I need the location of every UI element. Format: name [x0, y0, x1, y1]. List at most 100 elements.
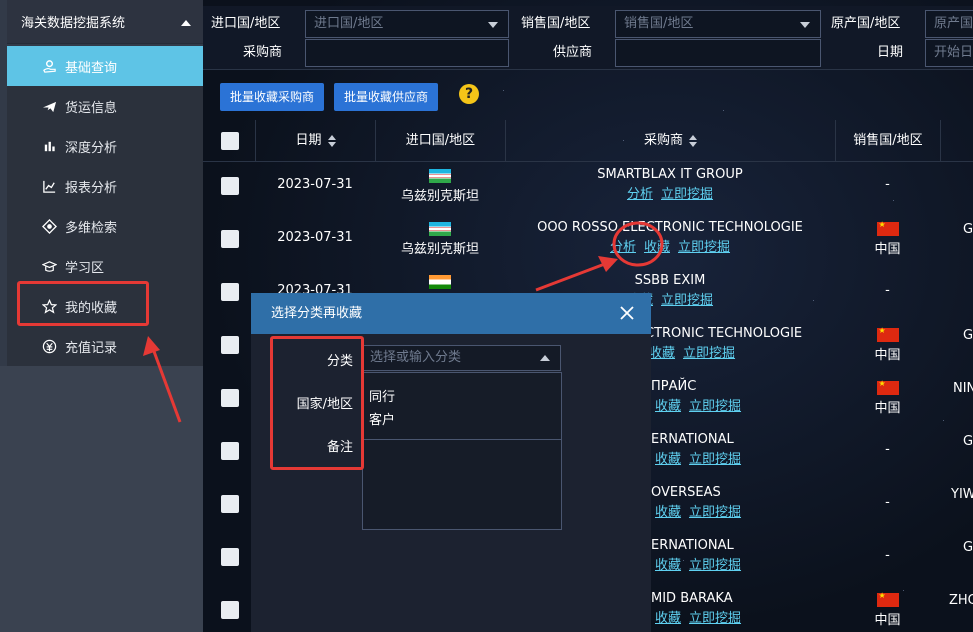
bulk-favorite-supplier-button[interactable]: 批量收藏供应商 [334, 83, 438, 111]
china-flag-icon [876, 591, 899, 607]
mine-now-link[interactable]: 立即挖掘 [689, 611, 741, 626]
bar-chart-icon [41, 178, 57, 194]
close-icon[interactable] [619, 305, 635, 321]
origin-country-label: 原产国/地区 [831, 16, 901, 31]
chevron-down-icon [488, 22, 498, 28]
table-row: 2023-07-31 乌兹别克斯坦 OOO ROSSO ELECTRONIC T… [203, 212, 973, 265]
sort-icon[interactable] [689, 134, 697, 147]
sidebar-item-recharge[interactable]: 充值记录 [7, 326, 203, 366]
mine-now-link[interactable]: 立即挖掘 [689, 505, 741, 520]
dialog-title: 选择分类再收藏 [271, 306, 363, 321]
sidebar-item-deep-analysis[interactable]: 深度分析 [7, 126, 203, 166]
row-buyer-name: ERNATIONAL [651, 432, 734, 447]
row-sales-country-label: 中国 [874, 348, 901, 363]
favorite-link[interactable]: 收藏 [655, 611, 681, 626]
sidebar-item-learning[interactable]: 学习区 [7, 246, 203, 286]
sidebar-footer-area [0, 366, 203, 632]
row-checkbox[interactable] [221, 177, 239, 195]
row-buyer-name: OVERSEAS [651, 485, 721, 500]
supplier-input[interactable] [615, 39, 821, 67]
airplane-icon [41, 98, 57, 114]
favorite-link[interactable]: 收藏 [644, 240, 670, 255]
row-buyer-name: CTRONIC TECHNOLOGIE [645, 326, 803, 341]
analyze-link[interactable]: 分析 [610, 240, 636, 255]
sales-country-select[interactable]: 销售国/地区 [615, 10, 821, 38]
date-label: 日期 [877, 45, 904, 60]
analyze-link[interactable]: 分析 [627, 187, 653, 202]
help-icon[interactable]: ? [459, 84, 479, 104]
row-buyer: SMARTBLAX IT GROUP 分析 立即挖掘 [505, 167, 835, 202]
col-buyer[interactable]: 采购商 [505, 120, 835, 162]
row-checkbox[interactable] [221, 389, 239, 407]
category-input[interactable]: 选择或输入分类 [363, 345, 561, 371]
origin-country-placeholder: 原产国 [934, 16, 973, 31]
uzbekistan-flag-icon [429, 169, 451, 183]
favorite-link[interactable]: 收藏 [655, 505, 681, 520]
mine-now-link[interactable]: 立即挖掘 [678, 240, 730, 255]
select-all-checkbox[interactable] [221, 132, 239, 150]
row-sales-country: 中国 [835, 379, 940, 416]
sales-country-placeholder: 销售国/地区 [624, 16, 694, 31]
dropdown-divider [363, 439, 561, 440]
currency-icon [41, 338, 57, 354]
favorite-link[interactable]: 收藏 [649, 346, 675, 361]
row-sales-country: - [885, 177, 890, 192]
import-country-select[interactable]: 进口国/地区 [305, 10, 509, 38]
mine-now-link[interactable]: 立即挖掘 [689, 399, 741, 414]
favorite-link[interactable]: 收藏 [655, 452, 681, 467]
row-sales-country: 中国 [835, 591, 940, 628]
sort-icon[interactable] [327, 134, 336, 147]
category-option-peer[interactable]: 同行 [369, 386, 395, 405]
row-sales-country: - [885, 548, 890, 563]
import-country-label: 进口国/地区 [211, 16, 281, 31]
row-checkbox[interactable] [221, 283, 239, 301]
highlight-box-favorites [17, 281, 149, 326]
sidebar-item-label: 货运信息 [65, 100, 118, 116]
buyer-input[interactable] [305, 39, 509, 67]
row-sales-country: 中国 [835, 326, 940, 363]
col-date-label: 日期 [295, 133, 322, 148]
row-checkbox[interactable] [221, 336, 239, 354]
row-import-country-label: 乌兹别克斯坦 [400, 242, 479, 257]
sidebar-item-multi-search[interactable]: 多维检索 [7, 206, 203, 246]
row-checkbox[interactable] [221, 548, 239, 566]
origin-country-select[interactable]: 原产国 [925, 10, 973, 38]
sidebar-item-freight[interactable]: 货运信息 [7, 86, 203, 126]
mine-now-link[interactable]: 立即挖掘 [661, 293, 713, 308]
uzbekistan-flag-icon [429, 222, 451, 236]
hand-coins-icon [41, 58, 57, 74]
row-import-country [375, 275, 505, 291]
sidebar-item-label: 深度分析 [65, 140, 118, 156]
supplier-label: 供应商 [553, 45, 593, 60]
favorite-link[interactable]: 收藏 [655, 399, 681, 414]
row-extra: NIN [953, 381, 973, 396]
bulk-favorite-buyer-button[interactable]: 批量收藏采购商 [220, 83, 324, 111]
row-checkbox[interactable] [221, 230, 239, 248]
collapse-caret-icon[interactable] [181, 20, 191, 26]
china-flag-icon [876, 220, 899, 236]
col-date[interactable]: 日期 [255, 120, 375, 162]
mine-now-link[interactable]: 立即挖掘 [689, 452, 741, 467]
sidebar-item-basic-query[interactable]: 基础查询 [7, 46, 203, 86]
mine-now-link[interactable]: 立即挖掘 [661, 187, 713, 202]
row-buyer-name: SMARTBLAX IT GROUP [597, 167, 743, 182]
date-placeholder: 开始日 [934, 45, 973, 60]
date-start-input[interactable]: 开始日 [925, 39, 973, 67]
mine-now-link[interactable]: 立即挖掘 [689, 558, 741, 573]
row-checkbox[interactable] [221, 442, 239, 460]
favorite-link[interactable]: 收藏 [655, 558, 681, 573]
row-buyer-name: OOO ROSSO ELECTRONIC TECHNOLOGIE [537, 220, 803, 235]
buyer-label: 采购商 [243, 45, 283, 60]
mine-now-link[interactable]: 立即挖掘 [683, 346, 735, 361]
col-more [940, 120, 973, 162]
col-buyer-label: 采购商 [643, 133, 683, 148]
category-option-customer[interactable]: 客户 [369, 409, 395, 428]
row-sales-country-label: 中国 [874, 242, 901, 257]
system-title-bar[interactable]: 海关数据挖掘系统 [7, 0, 203, 44]
sidebar-item-report-analysis[interactable]: 报表分析 [7, 166, 203, 206]
row-import-country: 乌兹别克斯坦 [375, 169, 505, 204]
row-checkbox[interactable] [221, 495, 239, 513]
analysis-icon [41, 138, 57, 154]
row-checkbox[interactable] [221, 601, 239, 619]
col-sales-country-label: 销售国/地区 [853, 133, 923, 148]
